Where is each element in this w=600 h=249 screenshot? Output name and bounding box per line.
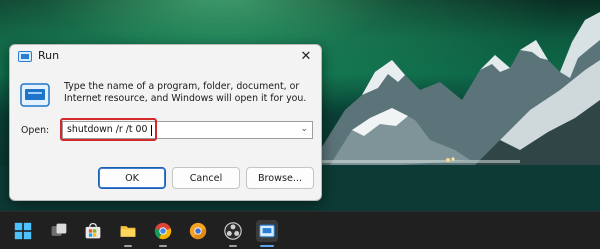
browse-button[interactable]: Browse... xyxy=(246,167,314,189)
dialog-description: Type the name of a program, folder, docu… xyxy=(64,81,307,104)
highlight-annotation xyxy=(60,118,157,141)
run-icon xyxy=(18,51,32,62)
chevron-down-icon[interactable]: ⌄ xyxy=(300,124,308,134)
running-indicator xyxy=(159,245,167,247)
dialog-titlebar[interactable]: Run ✕ xyxy=(10,45,321,69)
file-explorer-icon[interactable] xyxy=(117,220,139,242)
start-icon[interactable] xyxy=(12,220,34,242)
active-indicator xyxy=(260,245,274,247)
open-label: Open: xyxy=(21,125,50,136)
taskbar xyxy=(0,211,600,249)
chrome-icon[interactable] xyxy=(152,220,174,242)
run-dialog: Run ✕ Type the name of a program, folder… xyxy=(9,44,322,201)
close-button[interactable]: ✕ xyxy=(295,47,317,65)
close-icon: ✕ xyxy=(300,48,312,64)
microsoft-store-icon[interactable] xyxy=(82,220,104,242)
running-indicator xyxy=(124,245,132,247)
cancel-button[interactable]: Cancel xyxy=(172,167,240,189)
run-program-icon xyxy=(20,83,50,107)
dialog-title: Run xyxy=(38,49,60,62)
task-view-icon[interactable] xyxy=(48,220,70,242)
running-indicator xyxy=(229,245,237,247)
run-taskbar-icon[interactable] xyxy=(256,220,278,242)
obs-studio-icon[interactable] xyxy=(222,220,244,242)
ok-button[interactable]: OK xyxy=(98,167,166,189)
chrome-canary-icon[interactable] xyxy=(187,220,209,242)
